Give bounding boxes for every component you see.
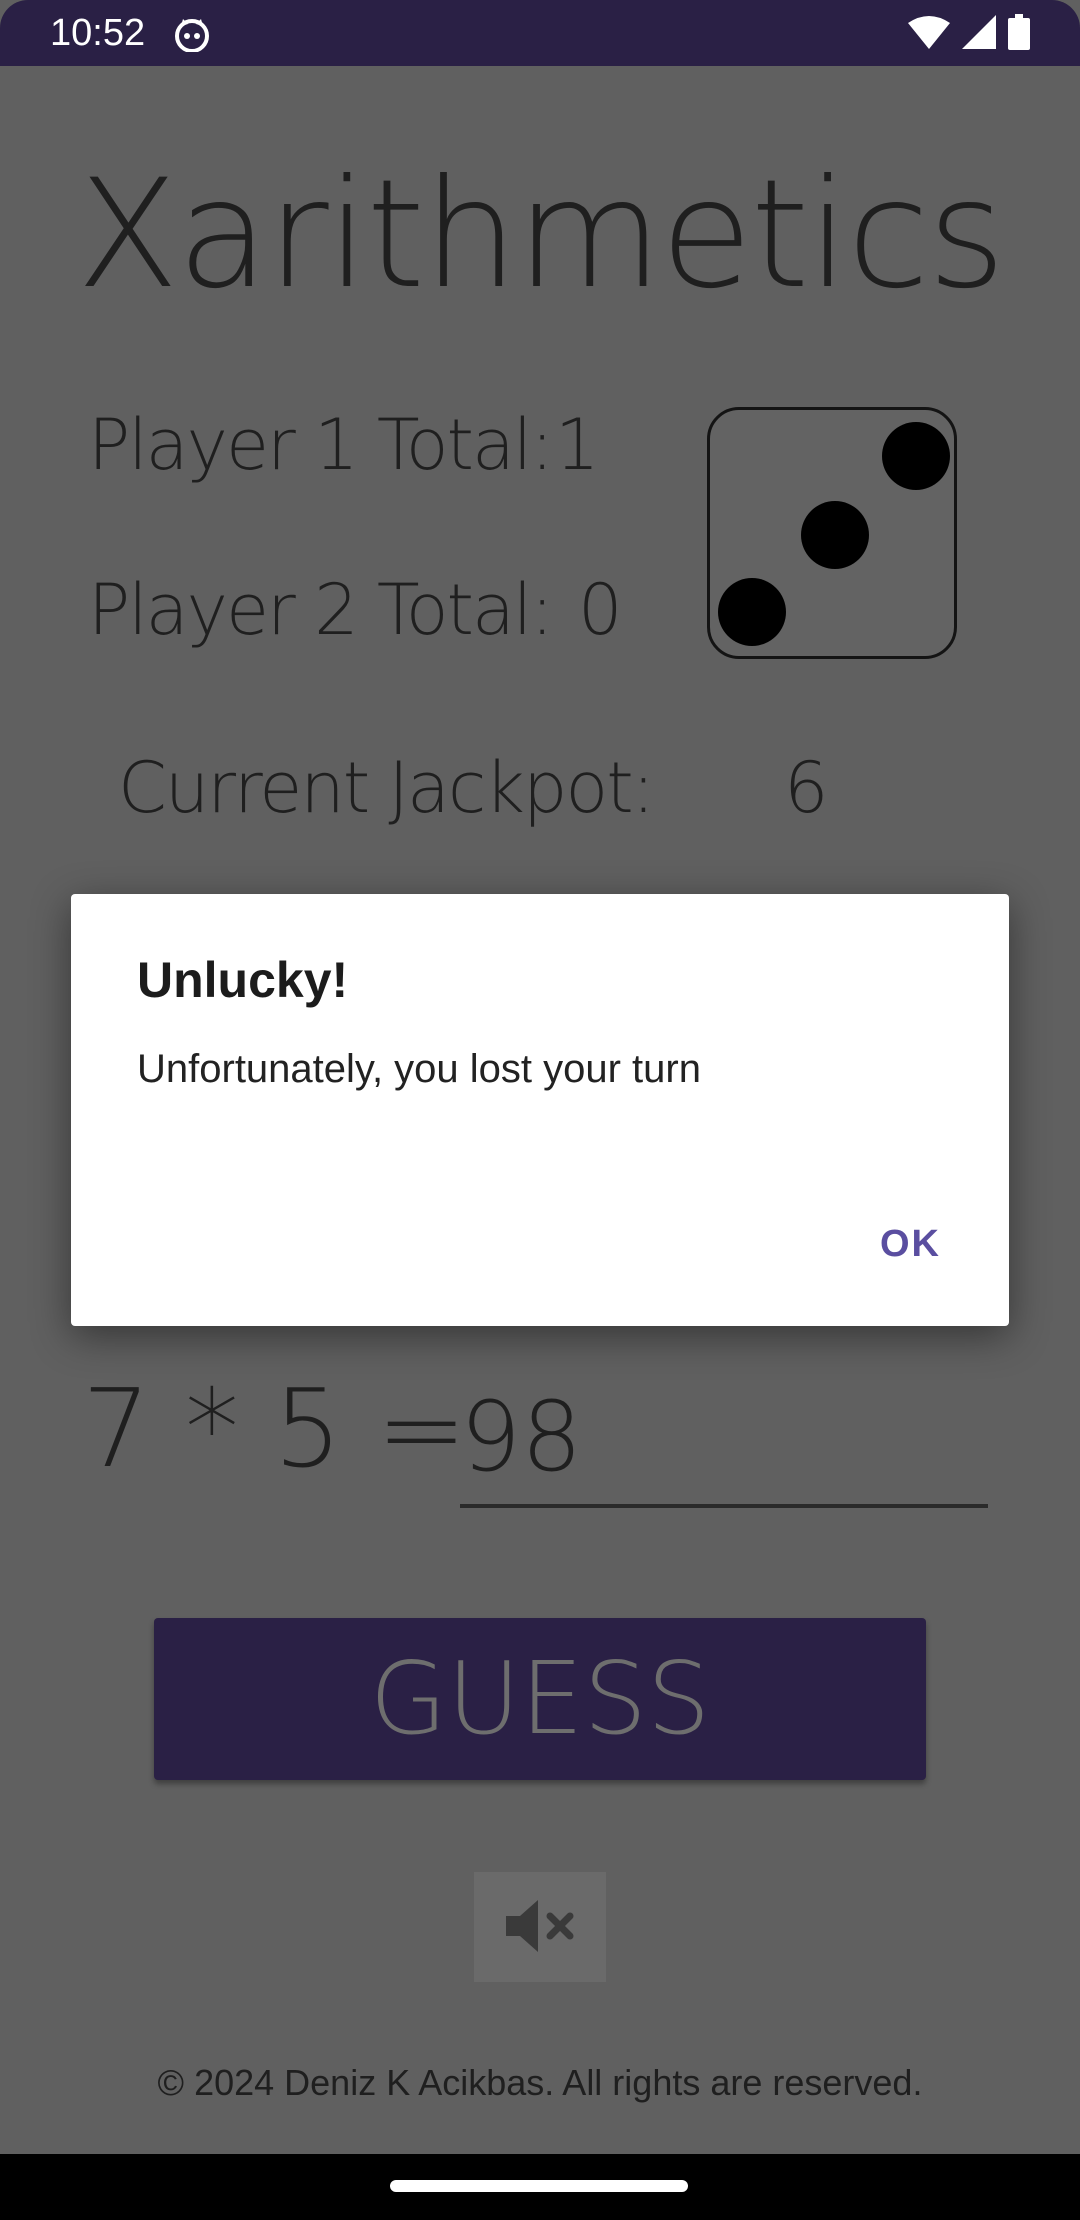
- cell-signal-icon: [962, 14, 996, 54]
- status-time: 10:52: [50, 12, 146, 54]
- home-gesture-handle[interactable]: [390, 2180, 688, 2192]
- jackpot-value: 6: [784, 747, 829, 829]
- battery-icon: [1008, 13, 1030, 55]
- guess-button[interactable]: GUESS: [154, 1618, 926, 1780]
- die-pip: [718, 578, 786, 646]
- status-bar: 10:52: [0, 0, 1080, 66]
- player2-total-value: 0: [578, 569, 623, 651]
- die-pip: [882, 422, 950, 490]
- alert-dialog: Unlucky! Unfortunately, you lost your tu…: [71, 894, 1009, 1326]
- die-pip: [801, 501, 869, 569]
- dialog-message: Unfortunately, you lost your turn: [137, 1047, 701, 1091]
- jackpot-label: Current Jackpot:: [118, 747, 655, 829]
- dialog-title: Unlucky!: [137, 952, 349, 1008]
- player2-total-label: Player 2 Total:: [88, 569, 554, 651]
- cat-face-icon: [174, 16, 210, 53]
- wifi-icon: [908, 15, 950, 54]
- answer-input[interactable]: [460, 1370, 988, 1508]
- status-icons: [908, 13, 1030, 55]
- player1-total-value: 1: [555, 404, 600, 486]
- copyright-footer: © 2024 Deniz K Acikbas. All rights are r…: [157, 2062, 923, 2103]
- app-title: Xarithmetics: [76, 148, 1005, 322]
- dice-face-three: [707, 407, 957, 659]
- mute-button[interactable]: [474, 1872, 606, 1982]
- dialog-ok-button[interactable]: OK: [880, 1220, 941, 1268]
- volume-muted-icon: [500, 1894, 580, 1961]
- player1-total-label: Player 1 Total:: [88, 404, 554, 486]
- equation-prompt: 7 * 5 =: [82, 1367, 467, 1492]
